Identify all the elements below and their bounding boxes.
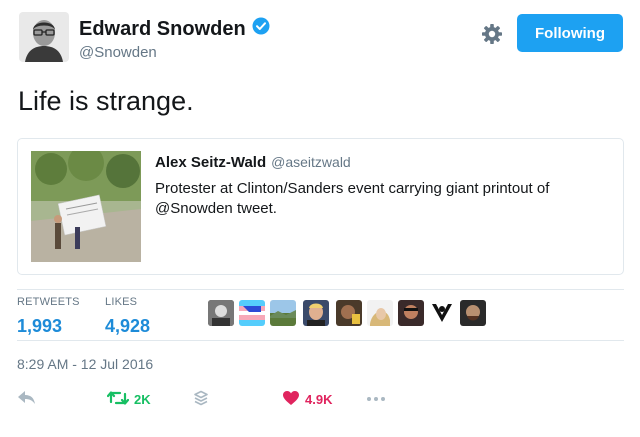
retweet-count: 2K: [134, 392, 151, 407]
tweet-text: Life is strange.: [18, 86, 194, 116]
divider: [17, 340, 624, 341]
reply-button[interactable]: [17, 390, 37, 409]
liker-avatar[interactable]: [367, 300, 393, 326]
quoted-author-handle: @aseitzwald: [271, 154, 351, 170]
liker-avatar[interactable]: [429, 300, 455, 326]
liker-avatar[interactable]: [336, 300, 362, 326]
divider: [17, 289, 624, 290]
quoted-tweet-author[interactable]: Alex Seitz-Wald @aseitzwald: [155, 154, 351, 171]
like-count: 4.9K: [305, 392, 333, 407]
quoted-tweet-image[interactable]: [31, 151, 141, 262]
retweets-stat[interactable]: RETWEETS 1,993: [17, 296, 80, 337]
liker-avatar[interactable]: [398, 300, 424, 326]
reply-icon: [17, 390, 37, 409]
liker-avatar[interactable]: [303, 300, 329, 326]
add-to-moment-button[interactable]: [193, 390, 209, 409]
author-name[interactable]: Edward Snowden: [79, 17, 270, 41]
author-handle[interactable]: @Snowden: [79, 44, 157, 61]
liker-avatar[interactable]: [239, 300, 265, 326]
retweets-label: RETWEETS: [17, 296, 80, 308]
retweets-count: 1,993: [17, 316, 63, 336]
author-name-text: Edward Snowden: [79, 17, 246, 40]
retweet-button[interactable]: 2K: [106, 390, 151, 409]
gear-icon[interactable]: [480, 22, 504, 46]
author-avatar[interactable]: [19, 12, 69, 62]
quoted-tweet-text: Protester at Clinton/Sanders event carry…: [155, 180, 550, 217]
liker-avatar[interactable]: [208, 300, 234, 326]
more-button[interactable]: [366, 390, 386, 405]
like-button[interactable]: 4.9K: [282, 390, 332, 409]
following-button[interactable]: Following: [517, 14, 623, 52]
layers-icon: [193, 390, 209, 409]
likes-label: LIKES: [105, 296, 138, 308]
liker-avatar[interactable]: [460, 300, 486, 326]
liker-avatar[interactable]: [270, 300, 296, 326]
verified-badge-icon: [252, 17, 270, 41]
heart-icon: [282, 390, 300, 409]
quoted-author-name: Alex Seitz-Wald: [155, 154, 267, 171]
retweet-icon: [106, 390, 130, 409]
likes-count: 4,928: [105, 316, 151, 336]
tweet-timestamp[interactable]: 8:29 AM - 12 Jul 2016: [17, 356, 153, 372]
likes-stat[interactable]: LIKES 4,928: [105, 296, 150, 337]
quoted-tweet-card[interactable]: Alex Seitz-Wald @aseitzwald Protester at…: [17, 138, 624, 275]
more-dots-icon: [366, 390, 386, 405]
